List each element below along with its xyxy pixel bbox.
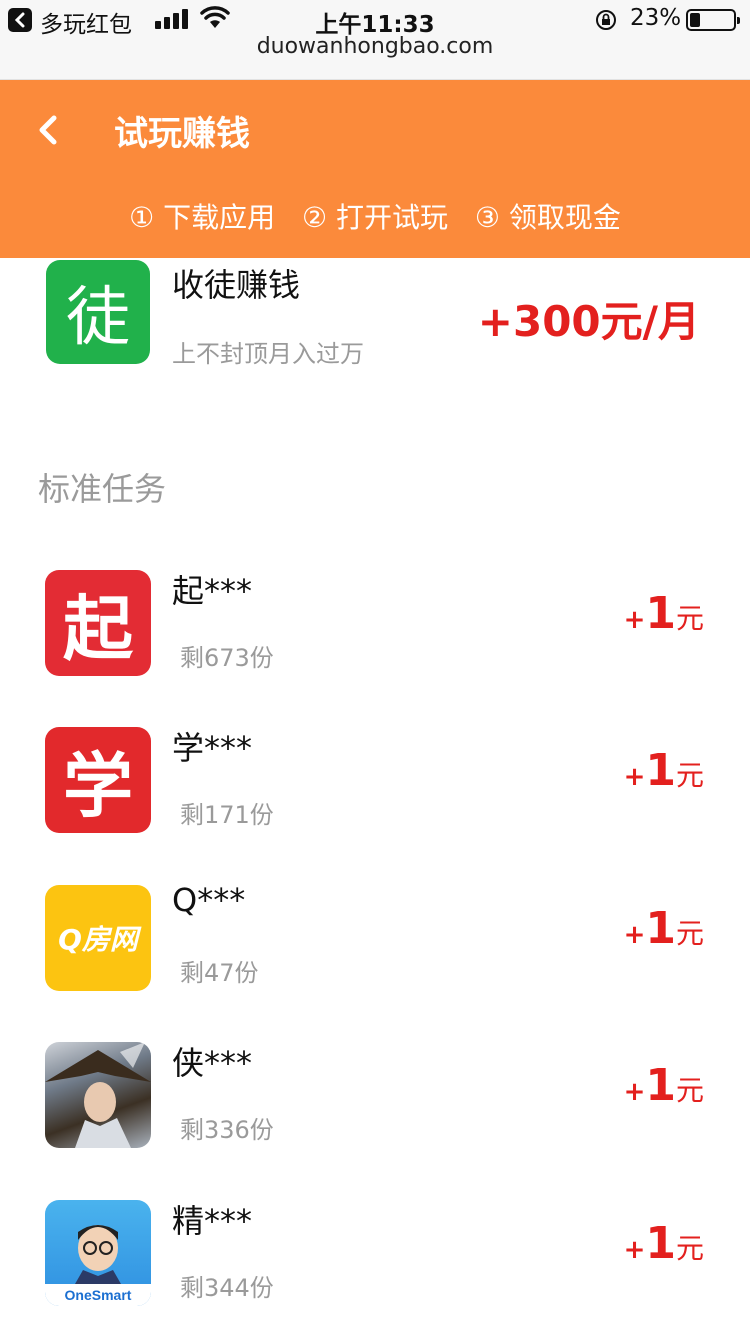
task-name: Q*** bbox=[172, 881, 246, 919]
battery-fill bbox=[690, 13, 700, 27]
reward-amount: 1 bbox=[645, 903, 676, 954]
status-bar: 多玩红包 上午11:33 23% duowanhongbao.com bbox=[0, 0, 750, 80]
task-reward: +1元 bbox=[624, 588, 704, 639]
battery-percent: 23% bbox=[630, 5, 682, 31]
task-reward: +1元 bbox=[624, 1218, 704, 1269]
task-name: 精*** bbox=[172, 1202, 253, 1240]
featured-task-name: 收徒赚钱 bbox=[172, 266, 301, 304]
back-arrow-icon[interactable] bbox=[30, 110, 70, 150]
task-name: 学*** bbox=[172, 729, 253, 767]
reward-plus: + bbox=[623, 605, 646, 635]
reward-amount: 1 bbox=[645, 745, 676, 796]
reward-plus: + bbox=[623, 1077, 646, 1107]
reward-plus: + bbox=[623, 1235, 646, 1265]
disciple-app-icon: 徒 bbox=[46, 260, 150, 364]
xue-app-icon: 学 bbox=[45, 727, 151, 833]
battery-icon bbox=[686, 9, 740, 31]
step-claim-cash: ③ 领取现金 bbox=[474, 201, 621, 234]
reward-plus: + bbox=[623, 920, 646, 950]
reward-unit: 元 bbox=[675, 1074, 704, 1107]
task-reward: +1元 bbox=[624, 903, 704, 954]
task-row[interactable]: OneSmart 精*** 剩344份 +1元 bbox=[0, 1188, 750, 1334]
onesmart-app-icon: OneSmart bbox=[45, 1200, 151, 1306]
page-url: duowanhongbao.com bbox=[256, 34, 494, 59]
section-title-standard-tasks: 标准任务 bbox=[38, 470, 167, 508]
qfang-app-icon: Q房网 bbox=[45, 885, 151, 991]
onesmart-logo-text: OneSmart bbox=[64, 1287, 132, 1303]
task-remaining: 剩673份 bbox=[180, 644, 274, 672]
task-remaining: 剩336份 bbox=[180, 1116, 274, 1144]
task-remaining: 剩171份 bbox=[180, 801, 274, 829]
xia-game-icon bbox=[45, 1042, 151, 1148]
task-reward: +1元 bbox=[624, 1060, 704, 1111]
task-remaining: 剩344份 bbox=[180, 1274, 274, 1302]
page-header: 试玩赚钱 ① 下载应用 ② 打开试玩 ③ 领取现金 bbox=[0, 80, 750, 258]
task-reward: +1元 bbox=[624, 745, 704, 796]
reward-unit: 元 bbox=[675, 602, 704, 635]
task-row[interactable]: Q房网 Q*** 剩47份 +1元 bbox=[0, 873, 750, 1031]
task-name: 起*** bbox=[172, 572, 253, 610]
steps-bar: ① 下载应用 ② 打开试玩 ③ 领取现金 bbox=[0, 196, 750, 236]
reward-plus: + bbox=[623, 762, 646, 792]
reward-unit: 元 bbox=[675, 1232, 704, 1265]
featured-task-reward: +300元/月 bbox=[477, 297, 700, 346]
reward-amount: 1 bbox=[645, 1060, 676, 1111]
reward-unit: 元 bbox=[675, 759, 704, 792]
featured-task-desc: 上不封顶月入过万 bbox=[172, 340, 364, 368]
task-row[interactable]: 学 学*** 剩171份 +1元 bbox=[0, 715, 750, 873]
task-row[interactable]: 起 起*** 剩673份 +1元 bbox=[0, 558, 750, 716]
task-name: 侠*** bbox=[172, 1044, 253, 1082]
step-download: ① 下载应用 bbox=[129, 201, 276, 234]
featured-task-invite[interactable]: 徒 收徒赚钱 上不封顶月入过万 +300元/月 bbox=[0, 258, 750, 398]
reward-amount: 1 bbox=[645, 588, 676, 639]
task-remaining: 剩47份 bbox=[180, 959, 259, 987]
qi-app-icon: 起 bbox=[45, 570, 151, 676]
page-title: 试玩赚钱 bbox=[114, 114, 250, 154]
step-open-trial: ② 打开试玩 bbox=[301, 201, 448, 234]
task-row[interactable]: 侠*** 剩336份 +1元 bbox=[0, 1030, 750, 1188]
orientation-lock-icon bbox=[596, 10, 616, 30]
reward-amount: 1 bbox=[645, 1218, 676, 1269]
reward-unit: 元 bbox=[675, 917, 704, 950]
